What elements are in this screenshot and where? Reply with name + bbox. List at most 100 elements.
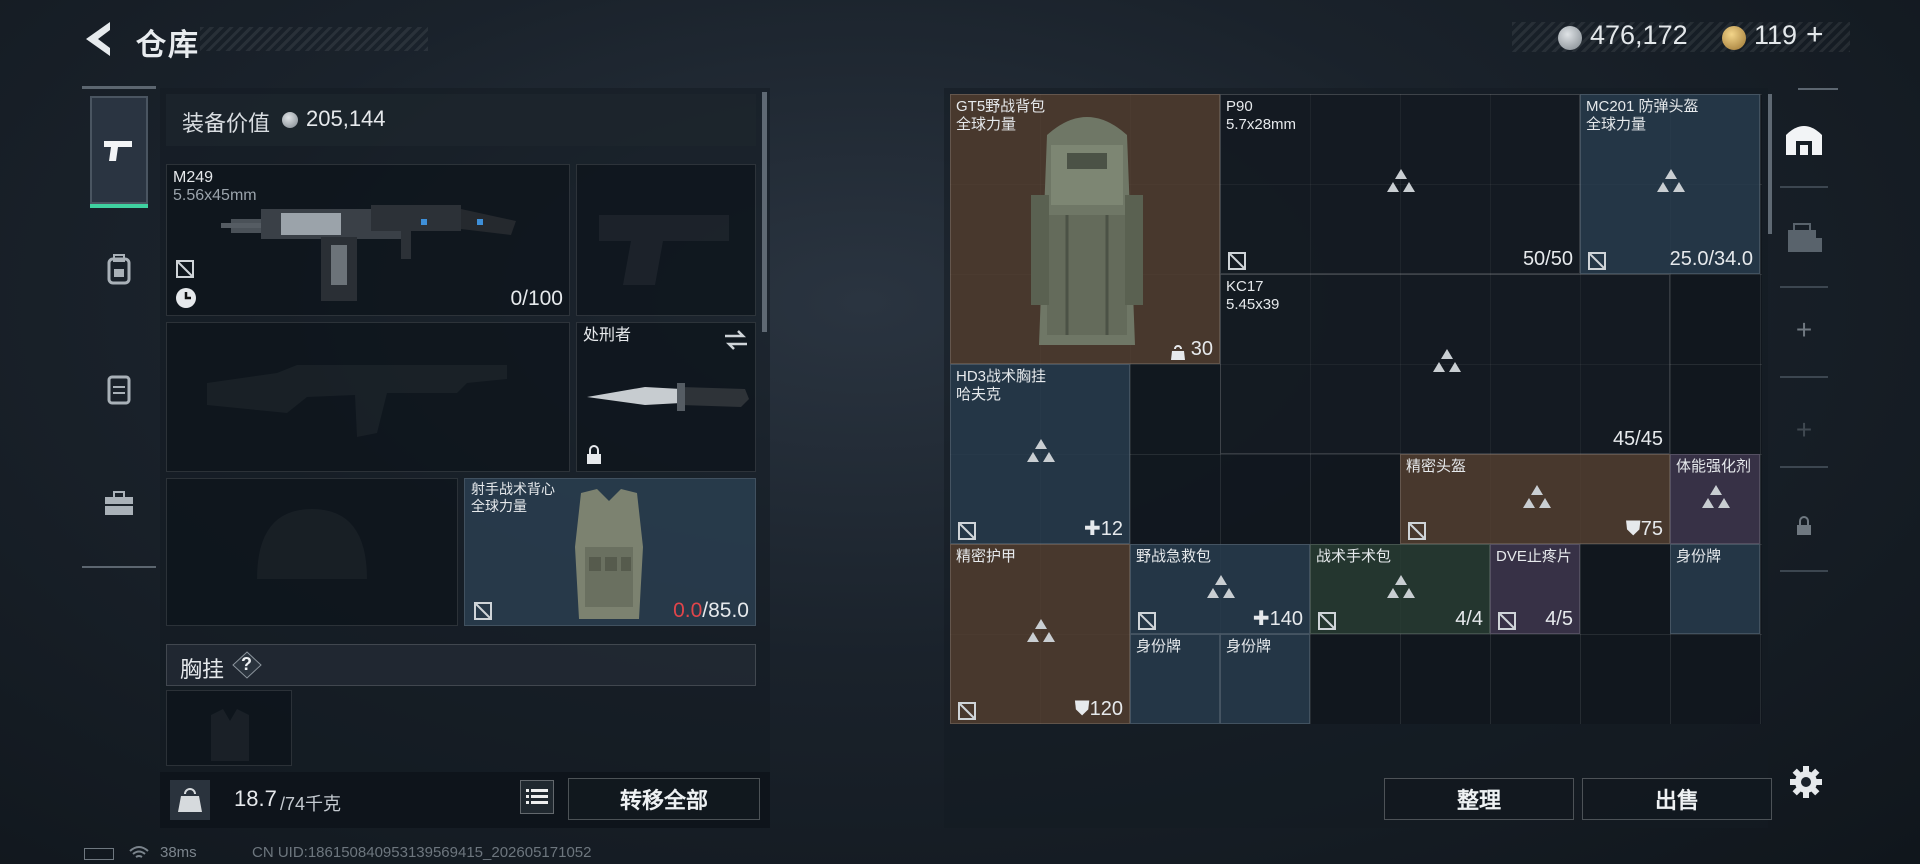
lock-icon <box>1797 516 1811 535</box>
tab-chest-rig[interactable] <box>90 360 148 418</box>
list-view-button[interactable] <box>520 780 554 814</box>
vest-durability-current: 0.0 <box>673 599 703 622</box>
equipment-value-amount: 205,144 <box>306 106 386 131</box>
vest-faction: 全球力量 <box>471 498 527 514</box>
vest-durability: 0.0/85.0 <box>673 599 749 623</box>
item-value: 45/45 <box>1612 428 1663 450</box>
weight-icon-box <box>170 780 210 820</box>
storage-item-stamina-booster[interactable]: 体能强化剂 <box>1670 454 1760 544</box>
pistol-placeholder-icon <box>599 215 729 285</box>
warehouse-icon <box>1786 126 1822 155</box>
pistol-slot-empty[interactable] <box>576 164 756 316</box>
back-arrow-icon <box>86 22 110 56</box>
storage-item-dogtag[interactable]: 身份牌 <box>1130 634 1220 724</box>
armor-slot[interactable]: 射手战术背心 全球力量 0.0/85.0 <box>464 478 756 626</box>
vest-durability-max: /85.0 <box>702 599 749 622</box>
secondary-weapon-slot-empty[interactable] <box>166 322 570 472</box>
storage-item-surgical-kit[interactable]: 战术手术包 4/4 <box>1310 544 1490 634</box>
storage-item-backpack[interactable]: GT5野战背包 全球力量 30 <box>950 94 1220 364</box>
storage-item-first-aid[interactable]: 野战急救包 ✚140 <box>1130 544 1310 634</box>
equipment-value-label: 装备价值 <box>182 111 271 136</box>
item-name: 体能强化剂 <box>1676 458 1752 475</box>
transfer-all-button[interactable]: 转移全部 <box>568 778 760 820</box>
item-sub: 5.45x39 <box>1226 296 1280 313</box>
tab-extra-storage[interactable] <box>1776 210 1832 266</box>
m249-weapon-image <box>221 205 516 301</box>
shield-icon: ⛊ <box>1074 698 1090 720</box>
help-button[interactable]: ? <box>232 651 262 679</box>
active-tab-indicator <box>90 204 148 208</box>
backpack-icon <box>107 254 131 285</box>
tab-main-storage[interactable] <box>1776 110 1832 166</box>
storage-item-chest-rig-hd3[interactable]: HD3战术胸挂 哈夫克 ✚12 <box>950 364 1130 544</box>
storage-item-precision-helmet[interactable]: 精密头盔 ⛊75 <box>1400 454 1670 544</box>
storage-item-painkillers[interactable]: DVE止疼片 4/5 <box>1490 544 1580 634</box>
helmet-slot-empty[interactable] <box>166 478 458 626</box>
swap-icon[interactable] <box>723 329 749 351</box>
settings-button[interactable] <box>1788 764 1824 800</box>
sell-button[interactable]: 出售 <box>1582 778 1772 820</box>
placeholder-triangle-icon <box>1433 349 1461 372</box>
add-currency-button[interactable]: + <box>1806 18 1824 52</box>
tab-separator <box>1780 466 1828 468</box>
item-name: 精密头盔 <box>1406 458 1467 475</box>
item-value: ✚140 <box>1252 608 1303 630</box>
weight-small-icon <box>1171 345 1185 360</box>
item-name: 身份牌 <box>1136 638 1182 655</box>
melee-slot[interactable]: 处刑者 <box>576 322 756 472</box>
equipment-scrollbar[interactable] <box>762 92 767 332</box>
placeholder-triangle-icon <box>1207 575 1235 598</box>
weapon-ammo-count: 0/100 <box>510 287 563 310</box>
back-button[interactable] <box>80 18 120 60</box>
storage-item-p90[interactable]: P90 5.7x28mm 50/50 <box>1220 94 1580 274</box>
briefcase-icon <box>105 491 133 515</box>
item-value: 4/4 <box>1455 608 1483 630</box>
item-value: ✚12 <box>1083 518 1123 540</box>
silver-currency-value: 476,172 <box>1590 20 1688 50</box>
weight-icon <box>178 788 202 812</box>
no-insure-icon <box>1318 612 1336 630</box>
silver-coin-icon <box>1558 26 1582 50</box>
storage-item-helmet-mc201[interactable]: MC201 防弹头盔 全球力量 25.0/34.0 <box>1580 94 1760 274</box>
weapon-name: M249 <box>173 169 214 186</box>
chest-rig-placeholder-icon <box>211 709 249 761</box>
vest-icon <box>107 375 131 405</box>
no-insure-icon <box>1498 612 1516 630</box>
item-sub: 哈夫克 <box>956 386 1002 403</box>
title-decoration <box>200 27 428 51</box>
placeholder-triangle-icon <box>1387 575 1415 598</box>
wifi-icon <box>129 846 149 858</box>
plus-icon: ✚ <box>1083 518 1101 540</box>
no-insure-icon <box>1588 252 1606 270</box>
storage-item-dogtag[interactable]: 身份牌 <box>1670 544 1760 634</box>
item-name: 精密护甲 <box>956 548 1017 565</box>
max-weight: /74千克 <box>280 794 342 814</box>
chest-rig-slot-empty[interactable] <box>166 690 292 766</box>
no-insure-icon <box>958 522 976 540</box>
crate-icon <box>1788 223 1822 252</box>
tab-toolbox[interactable] <box>90 474 148 532</box>
item-name: 身份牌 <box>1676 548 1722 565</box>
item-value: ⛊120 <box>1074 698 1123 720</box>
item-name: MC201 防弹头盔 <box>1586 98 1699 115</box>
placeholder-triangle-icon <box>1657 169 1685 192</box>
placeholder-triangle-icon <box>1027 439 1055 462</box>
gold-coin-icon <box>1722 26 1746 50</box>
storage-item-kc17[interactable]: KC17 5.45x39 45/45 <box>1220 274 1670 454</box>
storage-item-dogtag[interactable]: 身份牌 <box>1220 634 1310 724</box>
rifle-placeholder-icon <box>207 365 507 437</box>
no-insure-icon <box>958 702 976 720</box>
item-name: P90 <box>1226 98 1253 115</box>
sort-button[interactable]: 整理 <box>1384 778 1574 820</box>
item-sub: 全球力量 <box>1586 116 1647 133</box>
tab-weapons[interactable] <box>90 96 148 204</box>
tab-backpack[interactable] <box>90 240 148 298</box>
add-storage-icon[interactable]: + <box>1790 316 1818 344</box>
storage-scrollbar[interactable] <box>1768 94 1772 234</box>
primary-weapon-slot[interactable]: M249 5.56x45mm 0/100 <box>166 164 570 316</box>
add-storage-disabled-icon: + <box>1795 414 1813 445</box>
storage-item-precision-armor[interactable]: 精密护甲 ⛊120 <box>950 544 1130 724</box>
placeholder-triangle-icon <box>1523 485 1551 508</box>
tab-separator <box>1780 286 1828 288</box>
item-name: 身份牌 <box>1226 638 1272 655</box>
